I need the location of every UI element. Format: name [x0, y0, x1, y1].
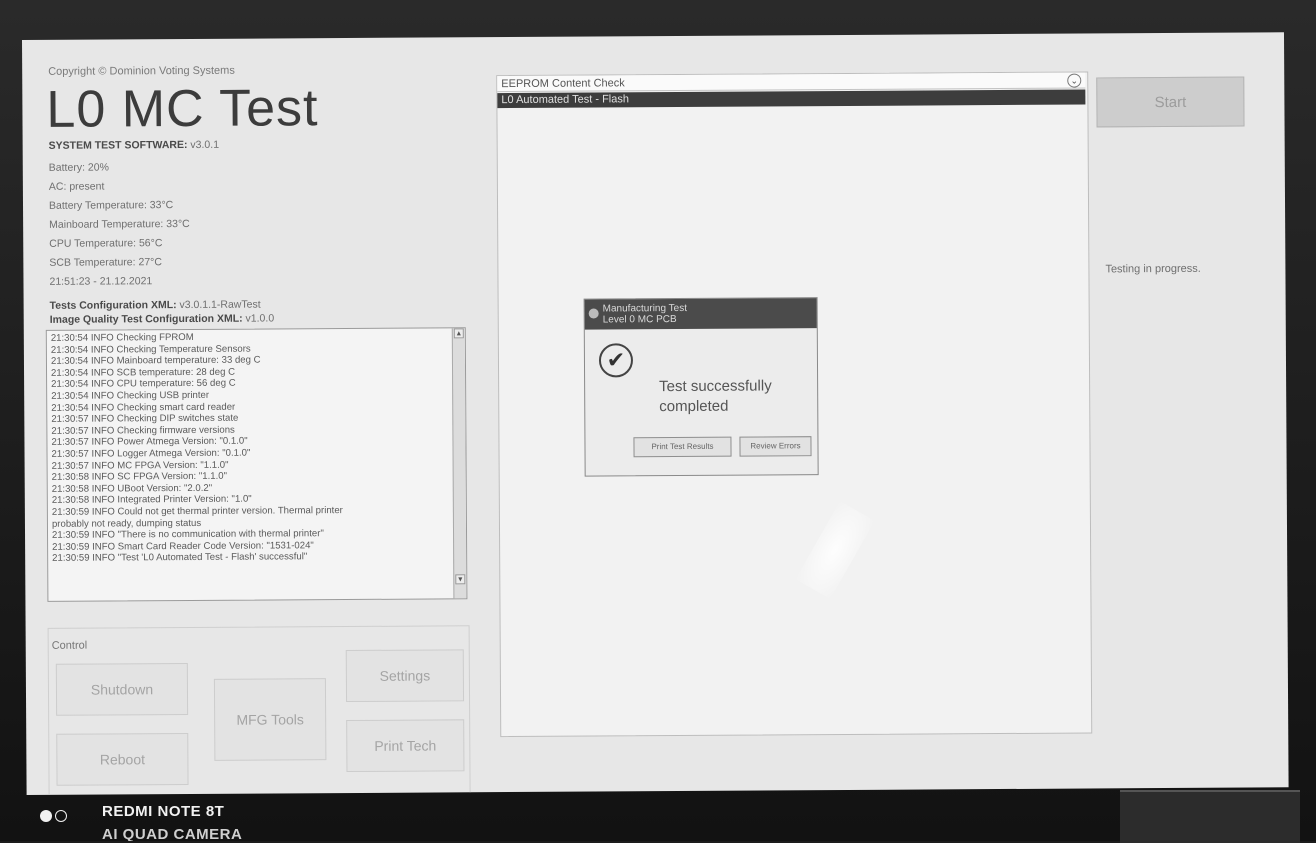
- info-label: Image Quality Test Configuration XML:: [49, 312, 243, 326]
- screen: Copyright © Dominion Voting Systems L0 M…: [22, 32, 1289, 795]
- page-title: L0 MC Test: [46, 79, 319, 139]
- log-output[interactable]: 21:30:54 INFO Checking FPROM 21:30:54 INF…: [45, 327, 468, 602]
- result-dialog: Manufacturing Test Level 0 MC PCB ✔ Test…: [583, 297, 819, 477]
- log-line: 21:30:59 INFO "Test 'L0 Automated Test -…: [52, 551, 308, 565]
- print-test-results-button[interactable]: Print Test Results: [633, 436, 732, 458]
- system-info-cpu-temp: CPU Temperature: 56°C: [49, 237, 163, 250]
- log-scrollbar[interactable]: ▲ ▼: [451, 328, 467, 599]
- reboot-button[interactable]: Reboot: [56, 732, 189, 786]
- camera-icon: [40, 808, 70, 824]
- list-item-selected[interactable]: L0 Automated Test - Flash: [497, 89, 1086, 109]
- start-button[interactable]: Start: [1096, 76, 1245, 128]
- dialog-message: Test successfully completed: [659, 377, 772, 416]
- scroll-down-icon[interactable]: ▼: [455, 574, 466, 585]
- dropdown-value: EEPROM Content Check: [501, 77, 625, 91]
- camera-ring-icon: [55, 810, 67, 822]
- image-quality-config-xml: Image Quality Test Configuration XML: v1…: [50, 312, 275, 325]
- app-icon: [588, 308, 599, 319]
- mfg-tools-button[interactable]: MFG Tools: [213, 678, 327, 761]
- checkmark-icon: ✔: [598, 343, 634, 378]
- shutdown-button[interactable]: Shutdown: [55, 662, 189, 716]
- system-info-ac: AC: present: [48, 180, 105, 193]
- info-value: v1.0.0: [245, 312, 275, 325]
- copyright-text: Copyright © Dominion Voting Systems: [48, 64, 235, 78]
- camera-watermark: REDMI NOTE 8T: [102, 803, 225, 820]
- system-info-software: SYSTEM TEST SOFTWARE: v3.0.1: [49, 139, 219, 152]
- scroll-up-icon[interactable]: ▲: [453, 328, 464, 339]
- settings-button[interactable]: Settings: [345, 649, 465, 703]
- tests-config-xml: Tests Configuration XML: v3.0.1.1-RawTes…: [50, 299, 261, 312]
- log-lines: 21:30:54 INFO Checking FPROM 21:30:54 INF…: [51, 330, 450, 564]
- info-label: Tests Configuration XML:: [49, 299, 177, 312]
- camera-device: [1120, 790, 1300, 843]
- dialog-title-bar: Manufacturing Test Level 0 MC PCB: [584, 298, 817, 330]
- info-value: v3.0.1.1-RawTest: [179, 298, 261, 312]
- status-text: Testing in progress.: [1105, 262, 1201, 276]
- chevron-down-icon[interactable]: ⌄: [1067, 73, 1082, 88]
- dialog-title: Manufacturing Test Level 0 MC PCB: [603, 303, 687, 326]
- camera-dot-icon: [40, 810, 52, 822]
- system-info-scb-temp: SCB Temperature: 27°C: [49, 256, 162, 269]
- system-info-mainboard-temp: Mainboard Temperature: 33°C: [49, 217, 190, 231]
- camera-watermark-line2: AI QUAD CAMERA: [102, 826, 243, 841]
- system-info-battery: Battery: 20%: [48, 161, 109, 174]
- info-label: SYSTEM TEST SOFTWARE:: [48, 138, 188, 152]
- dialog-title-line1: Manufacturing Test: [602, 302, 687, 315]
- system-info-datetime: 21:51:23 - 21.12.2021: [49, 275, 153, 288]
- info-value: v3.0.1: [190, 138, 220, 151]
- control-label: Control: [51, 639, 88, 652]
- dialog-title-line2: Level 0 MC PCB: [602, 314, 677, 326]
- print-tech-button[interactable]: Print Tech: [346, 719, 465, 773]
- system-info-battery-temp: Battery Temperature: 33°C: [48, 199, 174, 212]
- review-errors-button[interactable]: Review Errors: [739, 436, 812, 457]
